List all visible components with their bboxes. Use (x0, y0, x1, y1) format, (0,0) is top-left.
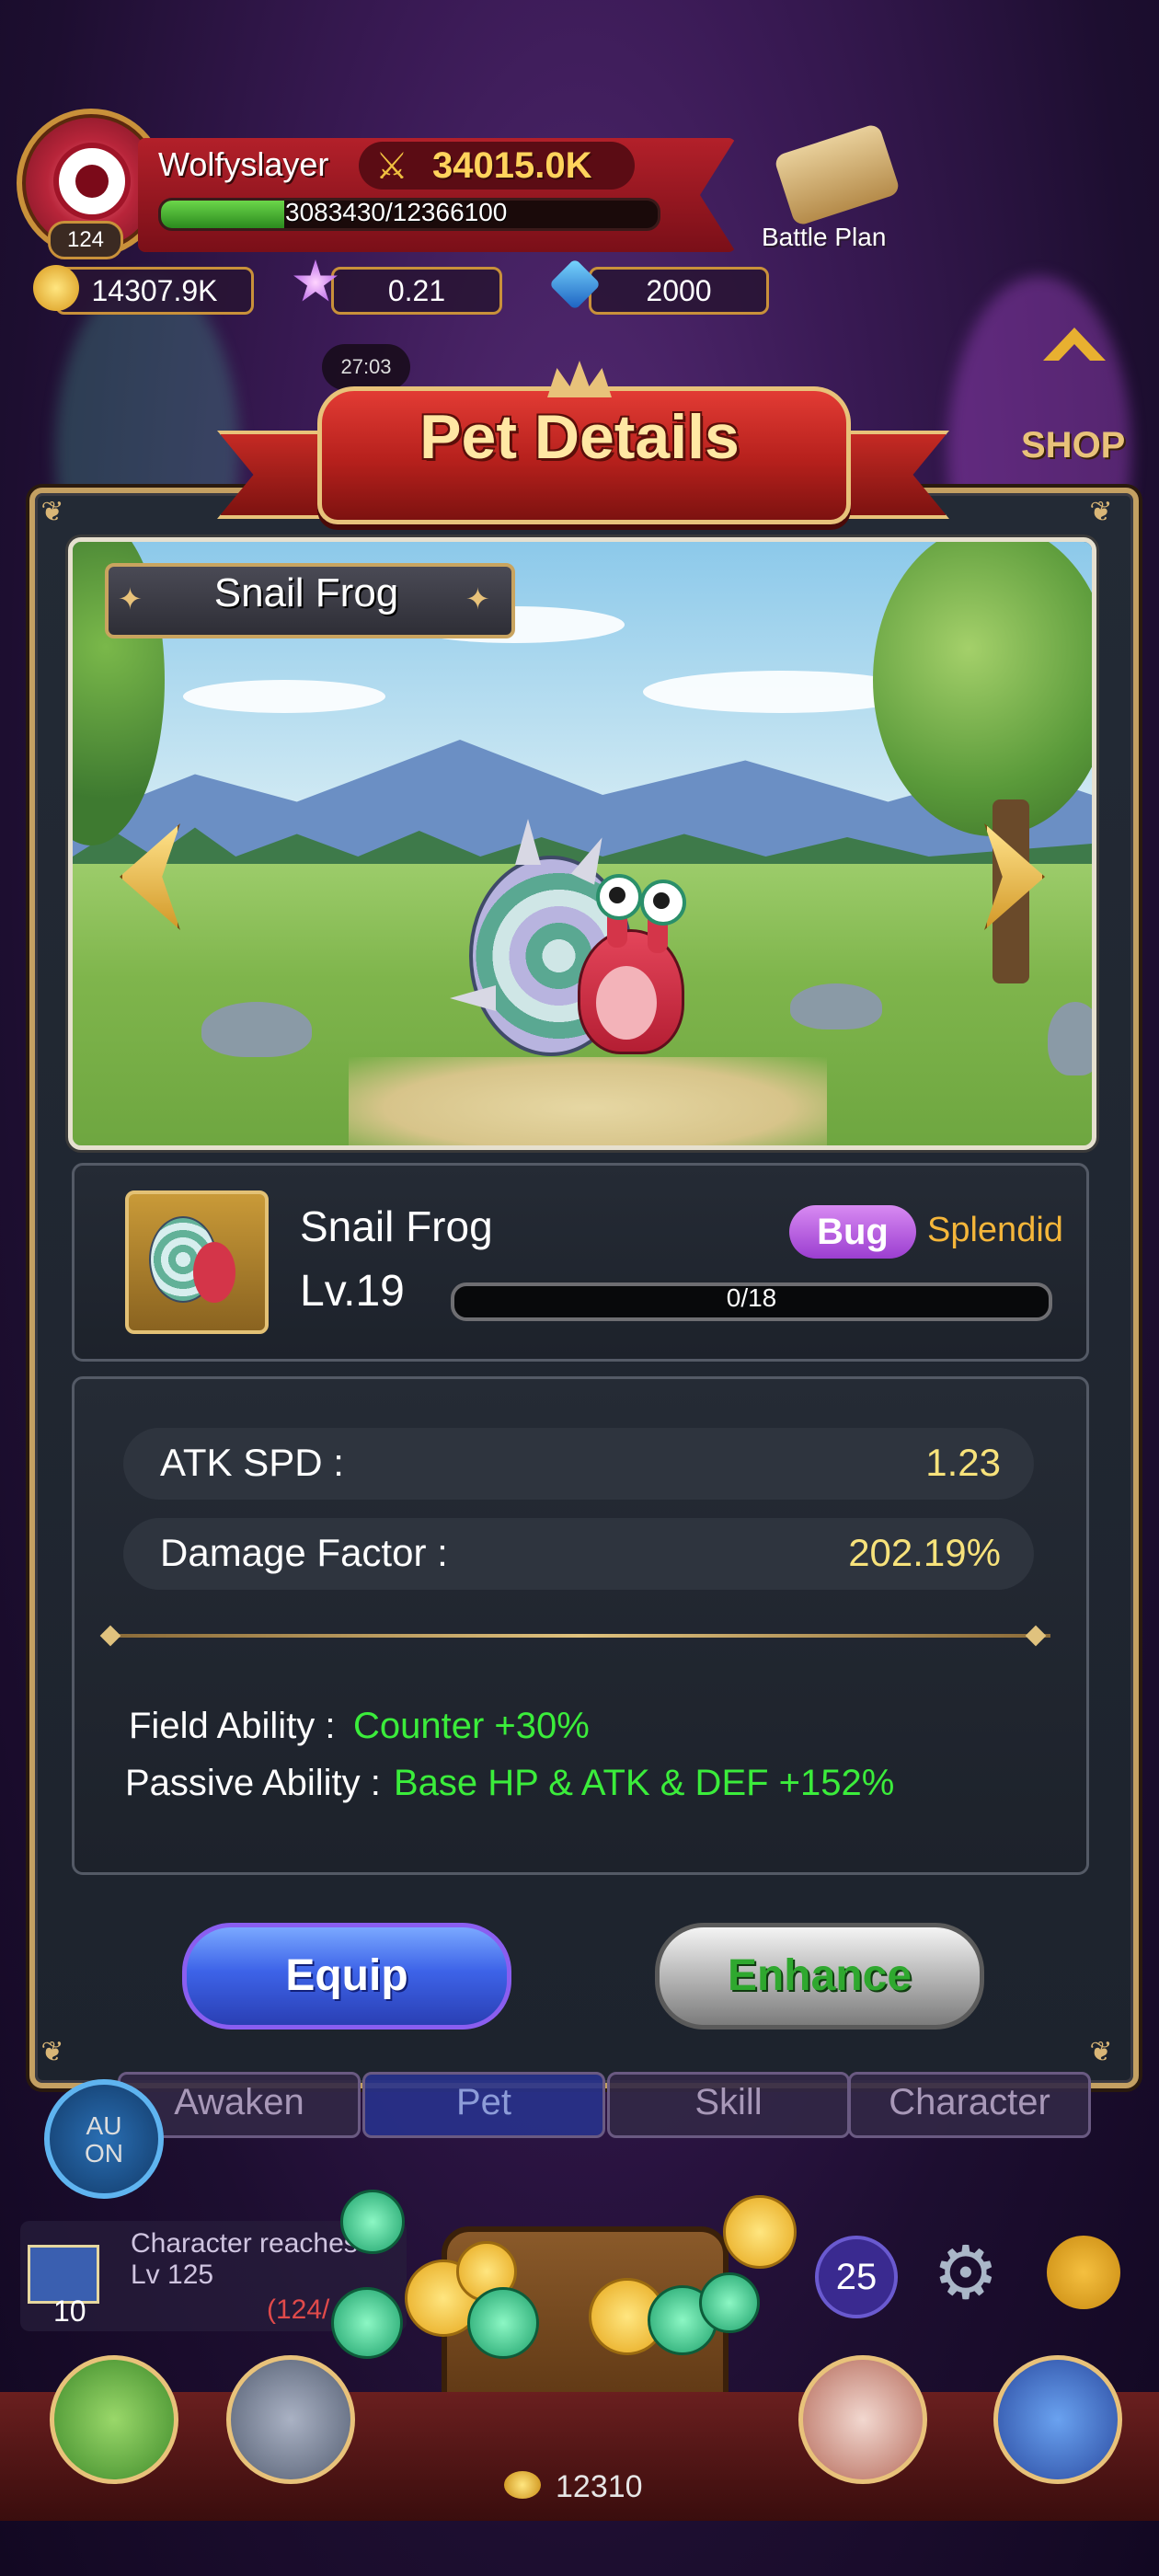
star-value: 0.21 (387, 274, 446, 307)
battle-icon[interactable] (226, 2355, 355, 2484)
gold-coin-icon (723, 2195, 797, 2269)
pet-type-badge: Bug (789, 1205, 916, 1259)
player-xp-fill (161, 201, 285, 228)
tab-skill[interactable]: Skill (607, 2072, 850, 2138)
corner-ornament-bl: ❦ (40, 2037, 64, 2067)
passive-ability-value: Base HP & ATK & DEF +152% (394, 1763, 895, 1803)
quest-progress: (124/ (267, 2294, 330, 2325)
quest-reward-count: 10 (53, 2294, 86, 2328)
green-orb-icon (467, 2287, 539, 2359)
guild-icon[interactable] (993, 2355, 1122, 2484)
ribbon-crown-ornament (547, 361, 612, 397)
gold-value: 14307.9K (91, 274, 218, 307)
stat-value: 202.19% (848, 1531, 1001, 1574)
thumbnail-frog (193, 1242, 235, 1303)
quest-line-2: Lv 125 (131, 2260, 214, 2290)
stats-divider (109, 1634, 1050, 1638)
event-timer: 27:03 (322, 344, 410, 390)
pet-level: Lv.19 (300, 1267, 405, 1316)
stage-badge[interactable]: 25 (815, 2236, 898, 2318)
passive-ability-label: Passive Ability : (125, 1763, 381, 1803)
enhance-button[interactable]: Enhance (655, 1923, 984, 2030)
avatar-eye-icon (53, 143, 131, 220)
bottom-currency: 12310 (556, 2469, 643, 2504)
tab-pet[interactable]: Pet (362, 2072, 605, 2138)
crossed-swords-icon: ⚔ (375, 146, 408, 187)
shop-icon[interactable]: SHOP (1021, 425, 1125, 466)
gem-counter[interactable]: 2000 (589, 267, 769, 315)
scene-dirt-path (349, 1057, 827, 1145)
green-orb-icon (331, 2287, 403, 2359)
green-orb-icon (340, 2190, 405, 2254)
sprout-icon[interactable] (1047, 2236, 1120, 2309)
field-ability-value: Counter +30% (353, 1706, 590, 1746)
coin-stack-icon (504, 2471, 541, 2499)
tab-character[interactable]: Character (848, 2072, 1091, 2138)
frog-eye (640, 880, 686, 926)
stat-label: ATK SPD : (160, 1441, 344, 1484)
star-counter[interactable]: 0.21 (331, 267, 502, 315)
shell-spike (450, 985, 496, 1011)
frog-eye (596, 874, 642, 920)
pet-name-banner-text: Snail Frog (213, 570, 399, 615)
quest-line-1: Character reaches (131, 2228, 358, 2259)
shell-spike (515, 819, 541, 865)
player-name: Wolfyslayer (158, 145, 329, 183)
quest-description: Character reaches Lv 125 (131, 2228, 358, 2291)
player-xp-text: 3083430/12366100 (285, 198, 508, 226)
pet-exp-text: 0/18 (726, 1283, 777, 1312)
equip-button[interactable]: Equip (182, 1923, 511, 2030)
battle-plan-label[interactable]: Battle Plan (762, 223, 886, 252)
gold-counter[interactable]: 14307.9K (55, 267, 254, 315)
field-ability-label: Field Ability : (129, 1706, 336, 1746)
player-level: 124 (48, 221, 123, 259)
corner-ornament-br: ❦ (1089, 2037, 1113, 2067)
stat-label: Damage Factor : (160, 1531, 448, 1574)
green-orb-icon (699, 2272, 760, 2333)
corner-ornament-tl: ❦ (40, 497, 64, 527)
scene-cloud (183, 680, 385, 713)
knight-icon[interactable] (50, 2355, 178, 2484)
player-power: 34015.0K (432, 145, 592, 186)
stat-value: 1.23 (925, 1441, 1001, 1484)
gold-coin-icon (33, 265, 79, 311)
scene-rock (790, 983, 882, 1029)
scene-rock (1048, 1002, 1092, 1075)
battle-plan-scroll-icon[interactable] (773, 122, 901, 227)
pet-name: Snail Frog (300, 1202, 493, 1250)
corner-ornament-tr: ❦ (1089, 497, 1113, 527)
castle-icon[interactable] (798, 2355, 927, 2484)
frog-belly (596, 966, 657, 1040)
modal-title: Pet Details (419, 402, 740, 472)
gem-value: 2000 (646, 274, 712, 307)
auto-toggle-button[interactable]: AU ON (44, 2079, 164, 2199)
pet-rarity: Splendid (927, 1211, 1063, 1249)
scene-rock (201, 1002, 312, 1057)
gear-icon[interactable]: ⚙ (933, 2234, 999, 2313)
